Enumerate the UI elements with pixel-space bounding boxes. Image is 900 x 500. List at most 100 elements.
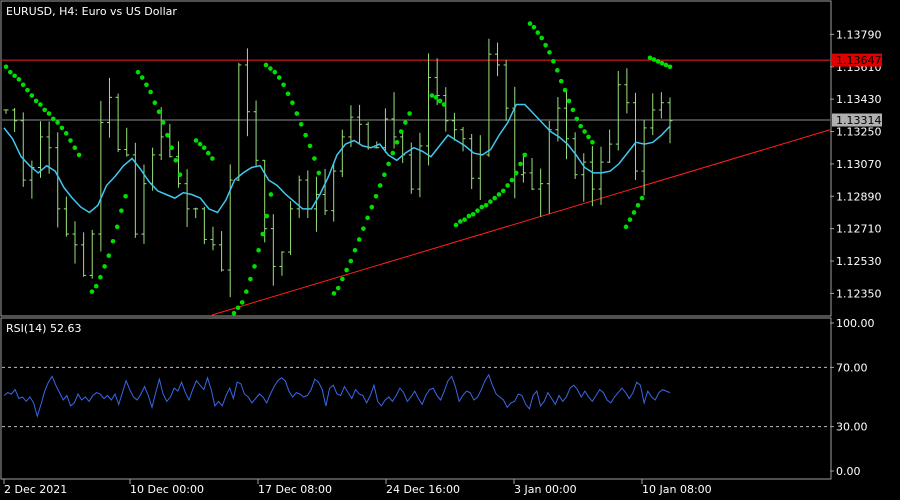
sar-dot — [663, 62, 669, 68]
resistance-tag: 1.13647 — [832, 53, 882, 67]
sar-dot — [373, 193, 379, 199]
sar-dot — [244, 289, 249, 294]
sar-dot — [655, 59, 661, 64]
time-tick-label: 2 Dec 2021 — [4, 483, 67, 496]
time-tick-label: 3 Jan 00:00 — [514, 483, 577, 496]
sar-dot — [51, 116, 56, 122]
sar-dot — [110, 238, 116, 244]
sar-dot — [659, 60, 665, 66]
sar-dot — [235, 305, 241, 311]
sar-dot — [272, 69, 278, 75]
sar-dot — [429, 93, 435, 98]
sar-dot — [139, 75, 145, 80]
sar-dot — [331, 291, 337, 296]
sar-dot — [72, 145, 78, 151]
rsi-levels — [2, 366, 830, 428]
sar-dot — [578, 123, 583, 129]
sar-dot — [570, 107, 576, 113]
sar-dot — [390, 150, 396, 156]
price-tick-label: 1.12530 — [836, 255, 882, 268]
sar-dot — [527, 21, 533, 26]
sar-dot — [89, 289, 95, 294]
resistance-tag-label: 1.13647 — [836, 54, 882, 67]
sar-dot — [539, 35, 544, 41]
sar-dot — [492, 195, 498, 201]
sar-dot — [33, 98, 39, 104]
rsi-panel: 100.00 70.00 30.00 0.00 RSI(14) 52.63 — [0, 317, 875, 480]
sar-dot — [403, 120, 408, 125]
sar-dot — [369, 204, 375, 210]
sar-dot — [38, 102, 43, 107]
time-tick-label: 17 Dec 08:00 — [258, 483, 332, 496]
sar-dot — [437, 98, 443, 104]
sar-dot — [356, 237, 362, 242]
sar-dot — [518, 161, 523, 167]
sar-dot — [93, 283, 99, 289]
sar-dot — [98, 274, 103, 280]
time-axis: 2 Dec 2021 10 Dec 00:00 17 Dec 08:00 24 Dec… — [3, 479, 712, 496]
chart-canvas: 1.137901.136101.134301.132501.130701.128… — [0, 0, 882, 496]
time-tick-label: 24 Dec 16:00 — [386, 483, 460, 496]
sar-dot — [294, 111, 300, 116]
rsi-line — [3, 373, 671, 418]
price-panel: 1.137901.136101.134301.132501.130701.128… — [0, 0, 882, 317]
sar-dot — [307, 143, 313, 149]
sar-dot — [483, 202, 489, 208]
sar-dot — [462, 217, 467, 222]
sar-dot — [20, 82, 26, 88]
sar-dot — [505, 183, 510, 188]
price-tag-label: 1.13314 — [836, 114, 882, 127]
sar-dot — [210, 156, 215, 161]
sar-dot — [458, 219, 463, 224]
sar-dot — [631, 210, 637, 215]
rsi-panel-frame — [0, 317, 832, 480]
sar-dot — [303, 132, 308, 138]
sar-dot — [76, 152, 82, 158]
rsi-tick-label: 0.00 — [836, 465, 861, 478]
sar-dot — [135, 69, 141, 75]
price-axis-labels: 1.137901.136101.134301.132501.130701.128… — [830, 28, 882, 300]
sar-dot — [352, 247, 358, 253]
sar-dot — [348, 258, 354, 264]
sar-dot — [201, 145, 207, 151]
sar-dot — [639, 195, 645, 201]
sar-dot — [394, 140, 400, 145]
sar-dot — [562, 87, 568, 93]
price-tick-label: 1.13790 — [836, 28, 882, 41]
sar-dot — [466, 213, 472, 219]
sar-dot — [488, 199, 493, 204]
sar-dot — [152, 100, 158, 106]
sar-dot — [623, 224, 629, 230]
sar-dot — [256, 247, 261, 253]
sar-dot — [377, 183, 383, 188]
sar-dot — [12, 73, 17, 79]
sar-dot — [260, 231, 266, 237]
sar-dot — [453, 222, 459, 228]
sar-dot — [268, 192, 274, 197]
rsi-tick-label: 70.00 — [836, 361, 868, 374]
sar-dot — [475, 208, 480, 213]
price-panel-frame — [0, 0, 832, 317]
sar-dot — [312, 156, 317, 161]
sar-dot — [635, 202, 641, 208]
price-tick-label: 1.13070 — [836, 158, 882, 171]
sar-dot — [566, 98, 572, 104]
price-tick-label: 1.12890 — [836, 190, 882, 203]
sar-dot — [398, 129, 404, 134]
sar-dot — [114, 224, 120, 230]
sar-dot — [582, 129, 587, 134]
sar-dot — [316, 170, 322, 176]
sar-dot — [298, 122, 304, 127]
sar-dot — [263, 62, 269, 68]
sar-dot — [479, 204, 485, 210]
sar-dot — [239, 300, 245, 305]
sar-dot — [496, 192, 502, 197]
sar-dot — [68, 138, 73, 143]
sar-dot — [46, 111, 52, 116]
sar-dot — [386, 161, 391, 167]
sar-dot — [160, 120, 166, 125]
sar-dot — [42, 107, 47, 113]
sar-dot — [16, 77, 22, 82]
price-tick-label: 1.12710 — [836, 223, 882, 236]
candles-layer — [3, 38, 673, 298]
